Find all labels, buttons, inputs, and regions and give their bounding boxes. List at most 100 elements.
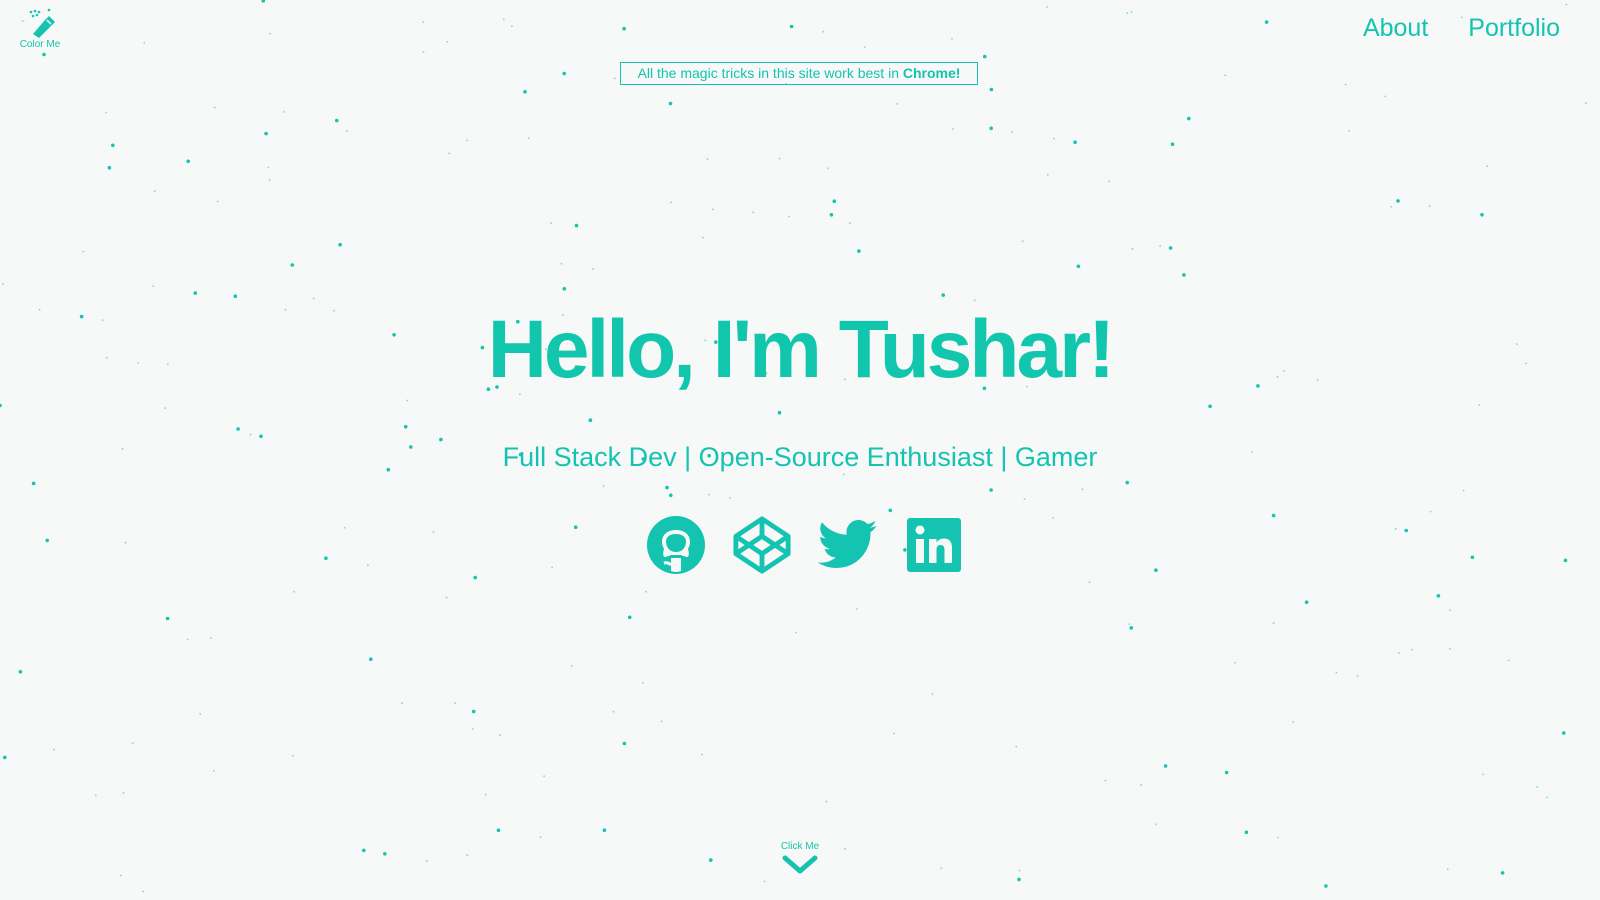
particle-dot (560, 262, 563, 265)
nav-about-link[interactable]: About (1363, 14, 1428, 43)
particle-dot (1344, 83, 1347, 86)
particle-dot (1104, 779, 1107, 782)
nav-portfolio-link[interactable]: Portfolio (1468, 14, 1560, 43)
particle-dot (293, 590, 296, 593)
particle-dot (290, 263, 295, 267)
particle-dot (369, 657, 373, 661)
particle-dot (1507, 659, 1510, 662)
particle-dot (856, 608, 858, 610)
particle-dot (1396, 199, 1400, 203)
particle-dot (345, 130, 348, 133)
particle-dot (612, 710, 615, 713)
particle-dot (422, 21, 424, 23)
particle-dot (142, 890, 145, 893)
particle-dot (562, 71, 566, 76)
magic-wand-icon (29, 8, 55, 38)
particle-dot (269, 32, 271, 35)
particle-dot (335, 118, 339, 123)
codepen-link[interactable] (732, 515, 792, 575)
particle-dot (670, 201, 672, 204)
particle-dot (1536, 786, 1539, 788)
particle-dot (1131, 247, 1134, 250)
particle-dot (1126, 12, 1129, 15)
particle-dot (268, 179, 271, 182)
particle-dot (665, 485, 669, 490)
hero-title: Hello, I'm Tushar! (487, 304, 1116, 395)
particle-dot (53, 748, 55, 751)
particle-dot (264, 131, 268, 136)
particle-dot (42, 52, 46, 57)
particle-dot (1478, 404, 1481, 406)
particle-dot (602, 828, 607, 832)
particle-dot (896, 103, 899, 105)
particle-dot (778, 157, 781, 160)
particle-dot (1272, 622, 1275, 625)
particle-dot (1264, 20, 1269, 24)
particle-dot (788, 215, 790, 218)
particle-dot (164, 407, 167, 409)
particle-dot (863, 46, 866, 49)
twitter-link[interactable] (818, 515, 878, 575)
particle-dot (1324, 884, 1328, 888)
particle-dot (1390, 205, 1393, 208)
particle-dot (1053, 137, 1056, 140)
particle-dot (622, 26, 626, 31)
particle-dot (367, 564, 369, 567)
particle-dot (645, 590, 647, 593)
particle-dot (1021, 240, 1024, 243)
particle-dot (152, 285, 155, 287)
particle-dot (539, 836, 542, 839)
particle-dot (983, 54, 987, 59)
particle-dot (1187, 116, 1191, 121)
social-links (646, 515, 964, 575)
particle-dot (473, 575, 478, 580)
particle-dot (233, 294, 238, 299)
particle-dot (588, 418, 593, 423)
particle-dot (445, 596, 448, 599)
particle-dot (562, 287, 567, 291)
particle-dot (193, 291, 198, 295)
particle-dot (1482, 773, 1484, 776)
particle-dot (3, 755, 7, 760)
particle-dot (45, 538, 49, 543)
particle-dot (829, 213, 834, 217)
scroll-down-button[interactable]: Click Me (0, 841, 1600, 876)
particle-dot (1234, 661, 1237, 664)
particle-dot (1017, 877, 1021, 882)
particle-dot (439, 437, 443, 442)
particle-dot (1449, 609, 1452, 611)
particle-dot (1462, 489, 1465, 492)
particle-dot (292, 754, 294, 757)
github-link[interactable] (646, 515, 706, 575)
particle-dot (131, 742, 134, 745)
particle-dot (107, 165, 112, 170)
particle-dot (641, 682, 644, 684)
browser-notice-text: All the magic tricks in this site work b… (637, 65, 903, 81)
particle-dot (338, 242, 342, 247)
particle-dot (1271, 513, 1276, 518)
particle-dot (199, 713, 202, 715)
particle-dot (186, 638, 189, 641)
linkedin-link[interactable] (904, 515, 964, 575)
color-me-button[interactable]: Color Me (16, 8, 64, 50)
twitter-icon (818, 520, 877, 568)
chevron-down-icon (782, 855, 818, 874)
particle-dot (1076, 264, 1081, 269)
particle-dot (989, 126, 993, 131)
linkedin-icon (907, 518, 961, 572)
particle-dot (832, 199, 837, 203)
particle-dot (989, 87, 994, 92)
particle-dot (143, 42, 146, 44)
hero-tagline: Full Stack Dev | Open-Source Enthusiast … (502, 442, 1098, 472)
particle-dot (931, 693, 934, 695)
particle-dot (573, 525, 578, 529)
particle-dot (702, 236, 704, 239)
particle-dot (82, 250, 85, 253)
particle-dot (122, 792, 125, 794)
particle-dot (708, 493, 710, 496)
particle-dot (1130, 11, 1133, 14)
particle-dot (186, 159, 190, 164)
particle-dot (951, 38, 953, 40)
particle-dot (502, 18, 505, 21)
particle-dot (1125, 480, 1129, 485)
